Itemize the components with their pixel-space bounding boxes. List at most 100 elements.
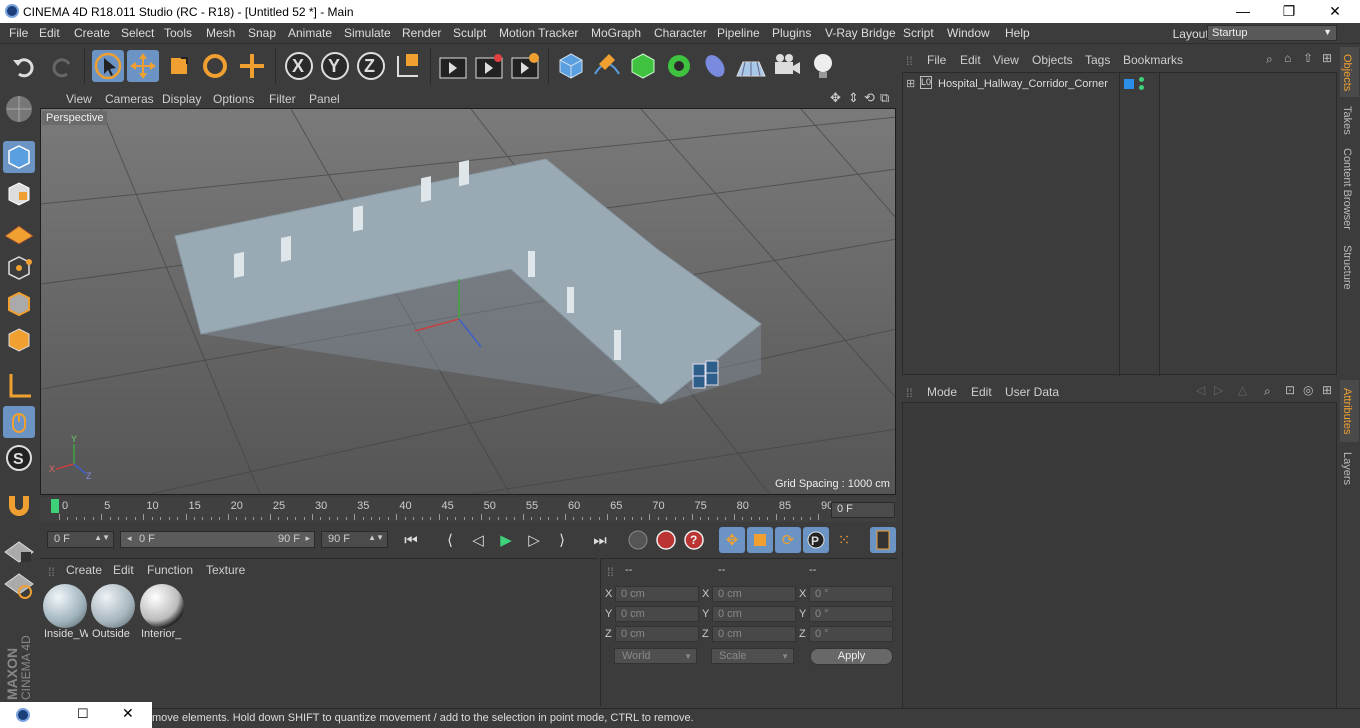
play-forward-button[interactable]: ▶ [493,527,519,553]
rot-b-field[interactable]: 0 ° [809,626,893,642]
rotate-tool-button[interactable] [199,50,231,82]
size-x-field[interactable]: 0 cm [712,586,796,602]
minimized-window-tab[interactable]: ☐ ✕ [0,702,152,728]
tab-attributes[interactable]: Attributes [1341,388,1353,434]
perspective-viewport[interactable]: Y X Z [40,108,896,495]
objects-menu-view[interactable]: View [993,53,1019,67]
undo-button[interactable] [9,50,41,82]
z-axis-lock-button[interactable]: Z [355,50,387,82]
redo-button[interactable] [45,50,77,82]
material-menu-function[interactable]: Function [147,563,193,577]
up-arrow-icon[interactable]: △ [1238,383,1247,397]
coordinate-space-dropdown[interactable]: World ▼ [614,648,697,664]
menu-simulate[interactable]: Simulate [344,26,391,40]
subdivision-surface-button[interactable] [627,50,659,82]
material-swatch-interior[interactable]: Interior_ [139,582,185,640]
menu-motion-tracker[interactable]: Motion Tracker [499,26,578,40]
tab-structure[interactable]: Structure [1341,245,1353,290]
end-frame-field[interactable]: 90 F ▲▼ [321,531,388,548]
minimize-button[interactable]: — [1220,0,1266,23]
tab-layers[interactable]: Layers [1341,452,1353,485]
menu-script[interactable]: Script [903,26,934,40]
previous-key-button[interactable]: ⟨ [437,527,463,553]
rot-p-field[interactable]: 0 ° [809,606,893,622]
objects-menu-tags[interactable]: Tags [1085,53,1110,67]
viewport-maximize-icon[interactable]: ⧉ [880,90,889,106]
new-panel-icon[interactable]: ⊞ [1322,383,1332,397]
objects-menu-bookmarks[interactable]: Bookmarks [1123,53,1183,67]
attributes-menu-mode[interactable]: Mode [927,385,957,399]
frame-range-slider[interactable]: ◂ 0 F 90 F ▸ [120,531,315,548]
tweak-mode-button[interactable] [3,406,35,438]
viewport-move-icon[interactable]: ✥ [830,90,841,106]
menu-snap[interactable]: Snap [248,26,276,40]
material-menu-create[interactable]: Create [66,563,102,577]
menu-window[interactable]: Window [947,26,990,40]
target-icon[interactable]: ◎ [1303,383,1313,397]
cloner-button[interactable] [663,50,695,82]
keyframe-selection-button[interactable]: ? [681,527,707,553]
size-mode-dropdown[interactable]: Scale ▼ [711,648,794,664]
pos-y-field[interactable]: 0 cm [615,606,699,622]
close-icon[interactable]: ✕ [122,705,134,722]
polygons-mode-button[interactable] [3,324,35,356]
back-arrow-icon[interactable]: ◁ [1196,383,1205,397]
timeline-window-button[interactable] [870,527,896,553]
objects-menu-objects[interactable]: Objects [1032,53,1073,67]
snap-button[interactable]: S [3,442,35,474]
floor-environment-button[interactable] [735,50,767,82]
menu-help[interactable]: Help [1005,26,1030,40]
menu-tools[interactable]: Tools [164,26,192,40]
make-editable-button[interactable] [3,93,35,125]
y-axis-lock-button[interactable]: Y [319,50,351,82]
home-icon[interactable]: ⌂ [1284,51,1291,65]
viewport-menu-filter[interactable]: Filter [269,92,296,106]
attributes-menu-user-data[interactable]: User Data [1005,385,1059,399]
key-rotation-button[interactable]: ⟳ [775,527,801,553]
restore-icon[interactable]: ☐ [77,706,89,722]
next-key-button[interactable]: ⟩ [549,527,575,553]
menu-character[interactable]: Character [654,26,707,40]
coordinate-system-button[interactable] [392,50,424,82]
menu-animate[interactable]: Animate [288,26,332,40]
size-y-field[interactable]: 0 cm [712,606,796,622]
light-button[interactable] [807,50,839,82]
texture-mode-button[interactable] [3,178,35,210]
object-name[interactable]: Hospital_Hallway_Corridor_Corner [938,78,1108,90]
grid-lock-button[interactable] [3,534,35,566]
new-panel-icon[interactable]: ⊞ [1322,51,1332,65]
scale-tool-button[interactable] [163,50,195,82]
move-tool-button[interactable] [127,50,159,82]
render-visibility-dot[interactable] [1139,85,1144,90]
viewport-menu-view[interactable]: View [66,92,92,106]
apply-button[interactable]: Apply [810,648,893,665]
key-pla-button[interactable]: ⁙ [831,527,857,553]
go-to-start-button[interactable]: ⏮ [398,527,424,553]
menu-select[interactable]: Select [121,26,154,40]
deformer-button[interactable] [699,50,731,82]
viewport-menu-cameras[interactable]: Cameras [105,92,154,106]
layer-color-swatch[interactable] [1124,79,1134,89]
key-position-button[interactable]: ✥ [719,527,745,553]
tab-takes[interactable]: Takes [1341,106,1353,135]
menu-create[interactable]: Create [74,26,110,40]
start-frame-field[interactable]: 0 F ▲▼ [47,531,114,548]
size-z-field[interactable]: 0 cm [712,626,796,642]
tab-objects[interactable]: Objects [1341,54,1353,91]
menu-edit[interactable]: Edit [39,26,60,40]
tab-content-browser[interactable]: Content Browser [1341,148,1353,230]
object-list[interactable]: ⊞ L0 Hospital_Hallway_Corridor_Corner [902,72,1337,376]
viewport-menu-panel[interactable]: Panel [309,92,340,106]
viewport-zoom-icon[interactable]: ⇕ [848,90,859,106]
x-axis-lock-button[interactable]: X [283,50,315,82]
maximize-button[interactable]: ❐ [1266,0,1312,23]
pen-spline-button[interactable] [591,50,623,82]
autokeying-button[interactable] [653,527,679,553]
material-swatch-outside[interactable]: Outside [90,582,136,640]
render-view-button[interactable] [437,50,469,82]
viewport-menu-options[interactable]: Options [213,92,254,106]
axis-mode-button[interactable] [3,370,35,402]
material-menu-edit[interactable]: Edit [113,563,134,577]
menu-sculpt[interactable]: Sculpt [453,26,486,40]
menu-render[interactable]: Render [402,26,441,40]
